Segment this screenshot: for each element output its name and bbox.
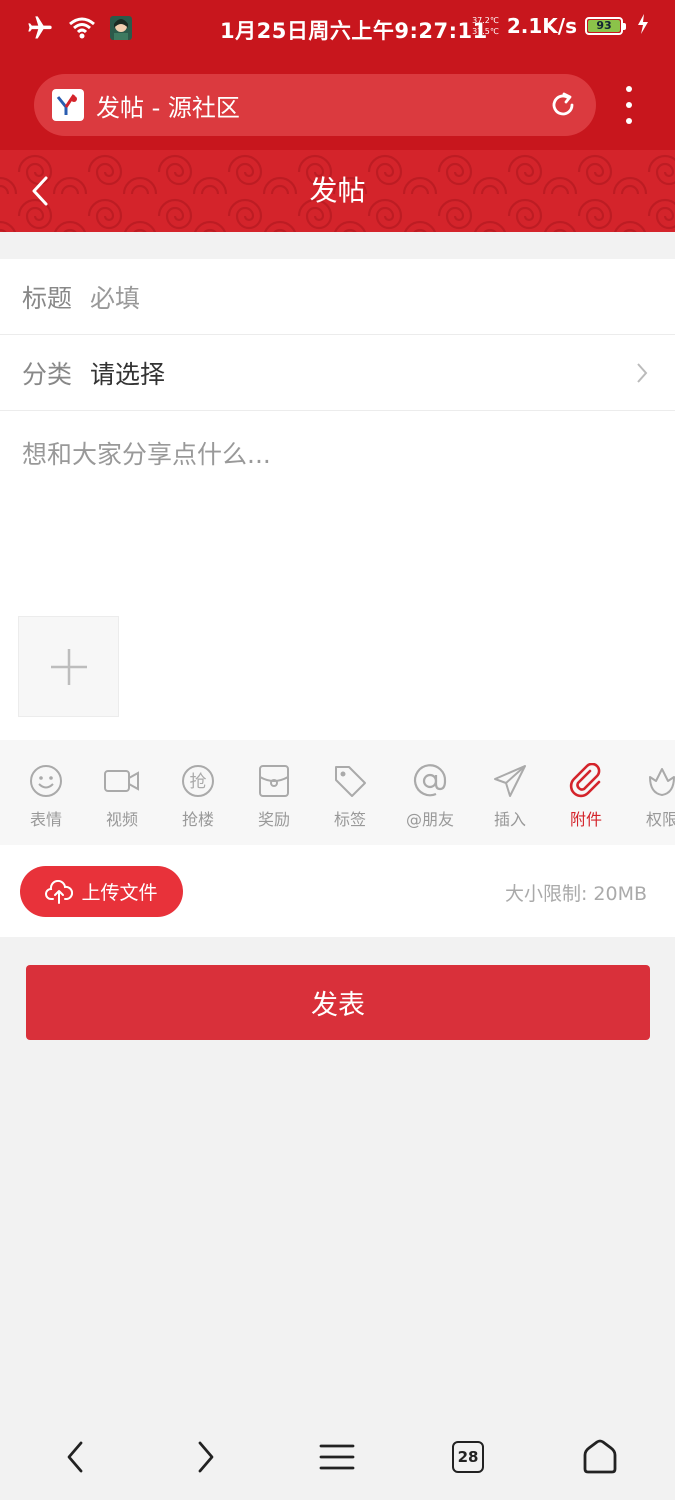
site-favicon (52, 89, 84, 121)
tab-title: 发帖 - 源社区 (96, 93, 240, 122)
home-icon (583, 1439, 617, 1474)
plus-icon (50, 648, 87, 685)
airplane-icon (26, 14, 54, 46)
tool-insert[interactable]: 插入 (472, 762, 548, 830)
reward-icon (255, 762, 293, 800)
reload-icon[interactable] (548, 90, 578, 120)
nav-tabs-button[interactable]: 28 (444, 1433, 492, 1481)
tabs-icon: 28 (452, 1441, 484, 1473)
charging-icon (637, 14, 649, 38)
browser-toolbar: 发帖 - 源社区 (0, 58, 675, 150)
tool-emoji[interactable]: 表情 (8, 762, 84, 830)
menu-icon (319, 1444, 355, 1470)
title-input[interactable]: 必填 (90, 279, 140, 315)
permission-icon (643, 762, 675, 800)
upload-file-button[interactable]: 上传文件 (20, 866, 183, 917)
tool-video[interactable]: 视频 (84, 762, 160, 830)
tool-tag[interactable]: 标签 (312, 762, 388, 830)
tag-icon (331, 762, 369, 800)
video-icon (103, 762, 141, 800)
back-icon (67, 1441, 83, 1473)
wifi-icon (68, 16, 96, 44)
page-header: 发帖 (0, 150, 675, 232)
attachment-panel: 上传文件 大小限制: 20MB (0, 845, 675, 937)
add-image-button[interactable] (18, 616, 119, 717)
category-select[interactable]: 请选择 (90, 355, 165, 391)
content-placeholder: 想和大家分享点什么... (22, 440, 271, 469)
content-editor[interactable]: 想和大家分享点什么... (0, 411, 675, 741)
forward-icon (198, 1441, 214, 1473)
svg-text:抢: 抢 (190, 772, 207, 792)
status-bar: 1月25日周六上午9:27:11 37.2℃ 37.5℃ 2.1K/s 93 (0, 0, 675, 58)
chevron-right-icon (637, 363, 648, 383)
status-clock: 1月25日周六上午9:27:11 (220, 19, 488, 43)
title-field[interactable]: 标题 必填 (0, 259, 675, 335)
tool-attachment[interactable]: 附件 (548, 762, 624, 830)
title-label: 标题 (22, 283, 73, 313)
post-form: 标题 必填 分类 请选择 想和大家分享点什么... (0, 259, 675, 741)
nav-menu-button[interactable] (313, 1433, 361, 1481)
browser-bottom-nav: 28 (0, 1415, 675, 1500)
at-icon (411, 762, 449, 800)
category-label: 分类 (22, 359, 73, 389)
more-icon[interactable] (618, 86, 640, 124)
address-bar[interactable]: 发帖 - 源社区 (34, 74, 596, 136)
cloud-upload-icon (45, 879, 74, 904)
tool-permission[interactable]: 权限 (624, 762, 675, 830)
editor-toolbar: 表情 视频 抢 抢楼 奖励 标签 @朋友 插入 附件 权限 (0, 740, 675, 845)
attachment-icon (567, 762, 605, 800)
publish-button[interactable]: 发表 (26, 965, 650, 1040)
upload-file-label: 上传文件 (81, 882, 158, 904)
emoji-icon (27, 762, 65, 800)
grab-floor-icon: 抢 (179, 762, 217, 800)
temperature-readout: 37.2℃ 37.5℃ (472, 16, 499, 36)
nav-home-button[interactable] (576, 1433, 624, 1481)
tool-reward[interactable]: 奖励 (236, 762, 312, 830)
category-field[interactable]: 分类 请选择 (0, 335, 675, 411)
tool-mention[interactable]: @朋友 (392, 762, 468, 830)
size-limit-text: 大小限制: 20MB (504, 883, 647, 905)
page-title: 发帖 (309, 174, 366, 207)
send-icon (491, 762, 529, 800)
nav-back-button[interactable] (51, 1433, 99, 1481)
battery-indicator: 93 (585, 17, 626, 35)
avatar-icon (110, 16, 132, 44)
nav-forward-button[interactable] (182, 1433, 230, 1481)
tool-grab-floor[interactable]: 抢 抢楼 (160, 762, 236, 830)
net-speed: 2.1K/s (506, 14, 577, 38)
